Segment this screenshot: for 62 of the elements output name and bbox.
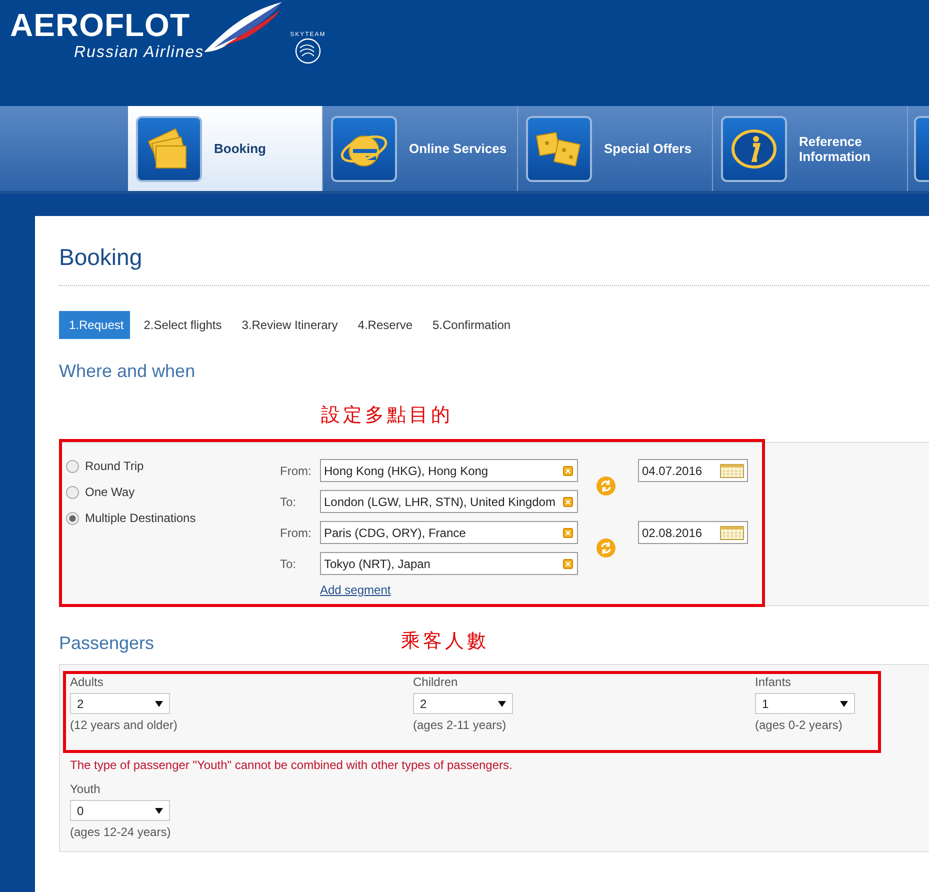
nav-tab[interactable]: Online Services [323, 106, 518, 191]
passenger-type-label: Children [413, 675, 459, 689]
nav-tab[interactable]: Booking [128, 106, 323, 191]
age-hint: (ages 0-2 years) [755, 718, 844, 732]
dropdown-caret-icon [155, 808, 163, 814]
annotation-text: 設定多點目的 [321, 403, 453, 428]
booking-step: 1.Request [59, 311, 130, 339]
annotation-text: 乘客人數 [401, 629, 489, 654]
error-message: The type of passenger "Youth" cannot be combined with other types of passengers. [69, 757, 514, 772]
radio-dot[interactable] [66, 512, 79, 524]
section-heading: Where and when [59, 361, 196, 382]
input-field[interactable]: Tokyo (NRT), Japan [320, 552, 578, 575]
clear-icon[interactable] [563, 528, 573, 538]
age-hint: (ages 2-11 years) [413, 718, 508, 732]
age-hint: (12 years and older) [70, 718, 178, 732]
swap-icon[interactable] [596, 538, 616, 558]
swap-icon[interactable] [596, 476, 616, 496]
trip-type-radio[interactable]: Round Trip [66, 459, 280, 473]
clear-icon[interactable] [563, 558, 573, 568]
calendar-icon[interactable] [720, 464, 744, 478]
field-label: To: [280, 556, 298, 570]
calendar-icon[interactable] [720, 526, 744, 540]
input-field[interactable]: Hong Kong (HKG), Hong Kong [320, 459, 578, 482]
field-label: From: [280, 464, 312, 478]
trip-type-radio[interactable]: One Way [66, 485, 280, 499]
field-label: To: [280, 494, 298, 508]
passenger-count-select[interactable]: 1 [755, 693, 855, 714]
radio-label: Multiple Destinations [85, 511, 196, 525]
input-field[interactable]: London (LGW, LHR, STN), United Kingdom [320, 490, 578, 513]
passenger-type-label: Infants [755, 675, 792, 689]
booking-step: 2.Select flights [134, 311, 228, 339]
dropdown-caret-icon [155, 700, 163, 706]
passenger-count-select[interactable]: 2 [70, 693, 170, 714]
booking-step: 3.Review Itinerary [232, 311, 344, 339]
page-title: Booking [59, 244, 929, 286]
passenger-type-label: Youth [70, 782, 102, 796]
date-field[interactable]: 04.07.2016 [638, 459, 748, 482]
booking-step: 5.Confirmation [422, 311, 517, 339]
logo-tagline: Russian Airlines [74, 44, 204, 62]
date-field[interactable]: 02.08.2016 [638, 521, 748, 544]
trip-type-radio[interactable]: Multiple Destinations [66, 511, 280, 525]
dropdown-caret-icon [498, 700, 506, 706]
radio-label: One Way [85, 485, 135, 499]
clear-icon[interactable] [563, 466, 573, 476]
clear-icon[interactable] [563, 496, 573, 506]
section-heading: Passengers [59, 633, 154, 654]
age-hint: (ages 12-24 years) [70, 825, 172, 839]
radio-label: Round Trip [85, 459, 144, 473]
radio-dot[interactable] [66, 460, 79, 472]
nav-tab[interactable]: Special Offers [518, 106, 713, 191]
passenger-type-label: Adults [70, 675, 104, 689]
add-segment-link[interactable]: Add segment [320, 583, 391, 597]
booking-step: 4.Reserve [348, 311, 418, 339]
field-label: From: [280, 526, 312, 540]
radio-dot[interactable] [66, 486, 79, 498]
nav-tab-icon-partial[interactable] [914, 116, 929, 182]
passenger-count-select[interactable]: 0 [70, 800, 170, 821]
input-field[interactable]: Paris (CDG, ORY), France [320, 521, 578, 544]
airline-logo-text: AEROFLOT [10, 6, 190, 44]
dropdown-caret-icon [840, 700, 848, 706]
passenger-count-select[interactable]: 2 [413, 693, 513, 714]
nav-tab[interactable]: Reference Information [713, 106, 908, 191]
